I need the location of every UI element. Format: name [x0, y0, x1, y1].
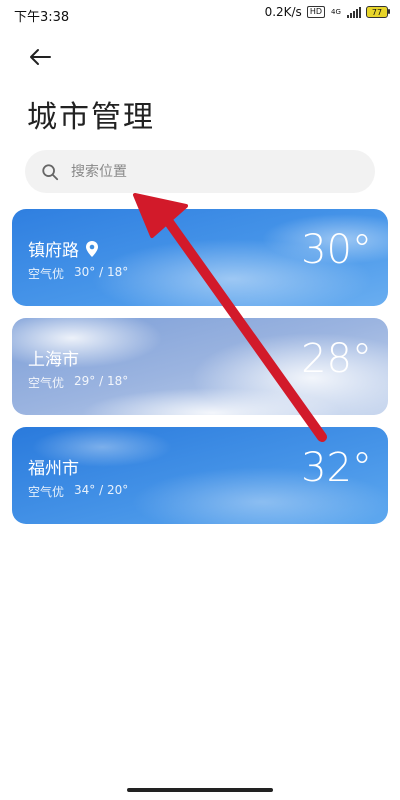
- weather-summary: 空气优 34° / 20°: [28, 483, 128, 500]
- city-name: 上海市: [28, 350, 79, 370]
- network-speed: 0.2K/s: [264, 5, 302, 19]
- status-bar: 下午3:38 0.2K/s HD 4G 77: [0, 0, 400, 30]
- search-icon: [42, 163, 59, 180]
- current-temp: 28°: [301, 336, 372, 382]
- page-title: 城市管理: [27, 100, 155, 135]
- weather-summary: 空气优 29° / 18°: [28, 374, 128, 391]
- current-temp: 32°: [301, 445, 372, 491]
- city-name: 镇府路: [28, 236, 99, 261]
- signal-icon: [347, 6, 361, 18]
- back-button[interactable]: [22, 42, 58, 72]
- search-bar[interactable]: [25, 150, 375, 193]
- air-quality: 空气优: [28, 485, 65, 499]
- hd-icon: HD: [306, 6, 325, 18]
- current-temp: 30°: [301, 227, 372, 273]
- temp-range: 30° / 18°: [74, 265, 129, 279]
- battery-icon: 77: [366, 6, 390, 18]
- search-input[interactable]: [69, 162, 353, 181]
- network-type-icon: 4G: [331, 7, 341, 16]
- temp-range: 29° / 18°: [74, 374, 129, 388]
- city-card-fuzhou[interactable]: 福州市 空气优 34° / 20° 32°: [12, 427, 388, 524]
- status-icons: 0.2K/s HD 4G 77: [264, 5, 390, 19]
- city-name: 福州市: [28, 459, 79, 479]
- air-quality: 空气优: [28, 376, 65, 390]
- city-card-zhenfulu[interactable]: 镇府路 空气优 30° / 18° 30°: [12, 209, 388, 306]
- home-indicator[interactable]: [127, 788, 273, 792]
- status-time: 下午3:38: [14, 10, 70, 25]
- air-quality: 空气优: [28, 267, 65, 281]
- temp-range: 34° / 20°: [74, 483, 129, 497]
- back-arrow-icon: [30, 49, 51, 65]
- city-card-shanghai[interactable]: 上海市 空气优 29° / 18° 28°: [12, 318, 388, 415]
- location-pin-icon: [86, 240, 98, 257]
- weather-summary: 空气优 30° / 18°: [28, 265, 128, 282]
